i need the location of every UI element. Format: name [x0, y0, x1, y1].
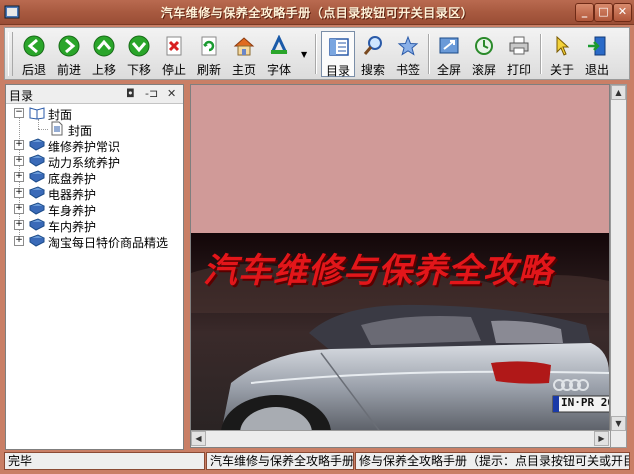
- about-icon: [556, 35, 570, 56]
- star-icon: [397, 35, 419, 56]
- expand-icon[interactable]: +: [14, 140, 24, 150]
- toc-icon: [329, 38, 349, 56]
- scroll-down-icon[interactable]: ▼: [611, 416, 626, 431]
- maximize-button[interactable]: □: [594, 3, 613, 22]
- book-icon: [29, 202, 45, 215]
- minimize-icon: _: [581, 5, 588, 18]
- refresh-icon: [201, 36, 217, 56]
- tree-item-cover[interactable]: − 封面: [6, 105, 183, 122]
- forward-button[interactable]: 前进: [52, 31, 86, 77]
- stop-button[interactable]: 停止: [157, 31, 191, 77]
- font-button[interactable]: 字体: [262, 31, 296, 77]
- print-button[interactable]: 打印: [502, 31, 536, 77]
- open-book-icon: [29, 107, 45, 120]
- tree-item-chassis[interactable]: + 底盘养护: [6, 169, 183, 186]
- toc-tree: − 封面 封面 + 维修养护常识 + 动力系统养护 + 底盘养护 + 电器养护: [6, 105, 183, 250]
- license-plate-text: IN·PR 20: [561, 396, 610, 409]
- fullscreen-icon: [439, 37, 459, 54]
- back-arrow-icon: [23, 35, 45, 57]
- bookmark-button[interactable]: 书签: [391, 31, 425, 77]
- content-viewer[interactable]: 汽车维修与保养全攻略 IN·PR 20: [190, 84, 610, 448]
- close-button[interactable]: ✕: [613, 3, 632, 22]
- book-icon: [29, 218, 45, 231]
- down-arrow-icon: [128, 35, 150, 57]
- status-state: 完毕: [4, 452, 205, 470]
- tree-item-electrical[interactable]: + 电器养护: [6, 185, 183, 202]
- book-icon: [29, 186, 45, 199]
- tree-item-powertrain[interactable]: + 动力系统养护: [6, 153, 183, 170]
- tree-item-label: 淘宝每日特价商品精选: [48, 236, 169, 250]
- toc-pane-title: 目录: [9, 89, 34, 103]
- banner-title: 汽车维修与保养全攻略: [203, 251, 553, 291]
- window-title: 汽车维修与保养全攻略手册（点目录按钮可开关目录区）: [160, 6, 474, 20]
- expand-icon[interactable]: +: [14, 156, 24, 166]
- autoscroll-button[interactable]: 滚屏: [467, 31, 501, 77]
- page-icon: [51, 121, 63, 136]
- status-bar: 完毕 汽车维修与保养全攻略手册 修与保养全攻略手册（提示：点目录按钮可关或开目: [0, 451, 634, 474]
- up-arrow-icon: [93, 35, 115, 57]
- horizontal-scrollbar[interactable]: ◀ ▶: [191, 430, 610, 447]
- toolbar-separator: [315, 34, 317, 74]
- scroll-up-icon[interactable]: ▲: [611, 85, 626, 100]
- font-dropdown-arrow-icon[interactable]: ▼: [301, 50, 307, 59]
- status-doc-title: 汽车维修与保养全攻略手册: [206, 452, 354, 470]
- refresh-button[interactable]: 刷新: [192, 31, 226, 77]
- expand-icon[interactable]: +: [14, 220, 24, 230]
- status-tip: 修与保养全攻略手册（提示：点目录按钮可关或开目: [355, 452, 630, 470]
- home-icon: [233, 37, 255, 56]
- exit-icon: [588, 36, 606, 56]
- toc-pane-header: 目录 ◘ -⊐ ✕: [6, 85, 183, 104]
- book-icon: [29, 170, 45, 183]
- collapse-icon[interactable]: −: [14, 108, 24, 118]
- book-icon: [29, 234, 45, 247]
- printer-icon: [509, 36, 529, 55]
- tree-item-interior[interactable]: + 车内养护: [6, 217, 183, 234]
- search-button[interactable]: 搜索: [356, 31, 390, 77]
- title-bar[interactable]: 汽车维修与保养全攻略手册（点目录按钮可开关目录区） _ □ ✕: [0, 0, 634, 25]
- autoscroll-icon: [475, 37, 493, 55]
- book-icon: [29, 138, 45, 151]
- expand-icon[interactable]: +: [14, 188, 24, 198]
- bookmark-label: 书签: [395, 63, 420, 77]
- vertical-scrollbar[interactable]: ▲ ▼: [610, 84, 627, 448]
- toc-button[interactable]: 目录: [321, 31, 355, 78]
- scroll-left-icon[interactable]: ◀: [191, 431, 206, 446]
- pane-close-icon[interactable]: ✕: [167, 87, 176, 100]
- toolbar: 后退 前进 上移 下移 停止 刷新 主页 字体 ▼ 目录 搜索 书签 全屏 滚屏…: [4, 27, 630, 80]
- expand-icon[interactable]: +: [14, 204, 24, 214]
- tree-item-taobao-deals[interactable]: + 淘宝每日特价商品精选: [6, 233, 183, 250]
- search-icon: [363, 36, 382, 55]
- stop-icon: [166, 36, 182, 56]
- up-button[interactable]: 上移: [87, 31, 121, 77]
- print-label: 打印: [506, 63, 531, 77]
- forward-arrow-icon: [58, 35, 80, 57]
- toc-pane: 目录 ◘ -⊐ ✕ − 封面 封面 + 维修养护常识 + 动力系统养护 + 底盘…: [5, 84, 184, 450]
- page-background: [191, 85, 609, 233]
- minimize-button[interactable]: _: [575, 3, 594, 22]
- fullscreen-button[interactable]: 全屏: [432, 31, 466, 77]
- tree-item-maintenance-basics[interactable]: + 维修养护常识: [6, 137, 183, 154]
- close-icon: ✕: [617, 5, 628, 18]
- home-button[interactable]: 主页: [227, 31, 261, 77]
- scroll-right-icon[interactable]: ▶: [594, 431, 609, 446]
- pushpin-icon[interactable]: -⊐: [145, 87, 158, 100]
- exit-label: 退出: [584, 63, 609, 77]
- about-button[interactable]: 关于: [545, 31, 579, 77]
- font-icon: [270, 35, 288, 54]
- maximize-icon: □: [598, 5, 609, 18]
- down-button[interactable]: 下移: [122, 31, 156, 77]
- tree-item-cover-page[interactable]: 封面: [6, 121, 183, 138]
- expand-icon[interactable]: +: [14, 172, 24, 182]
- book-icon: [29, 154, 45, 167]
- back-button[interactable]: 后退: [17, 31, 51, 77]
- exit-button[interactable]: 退出: [580, 31, 614, 77]
- font-label: 字体: [266, 63, 291, 77]
- pane-dock-icon[interactable]: ◘: [126, 87, 135, 100]
- expand-icon[interactable]: +: [14, 236, 24, 246]
- tree-item-body[interactable]: + 车身养护: [6, 201, 183, 218]
